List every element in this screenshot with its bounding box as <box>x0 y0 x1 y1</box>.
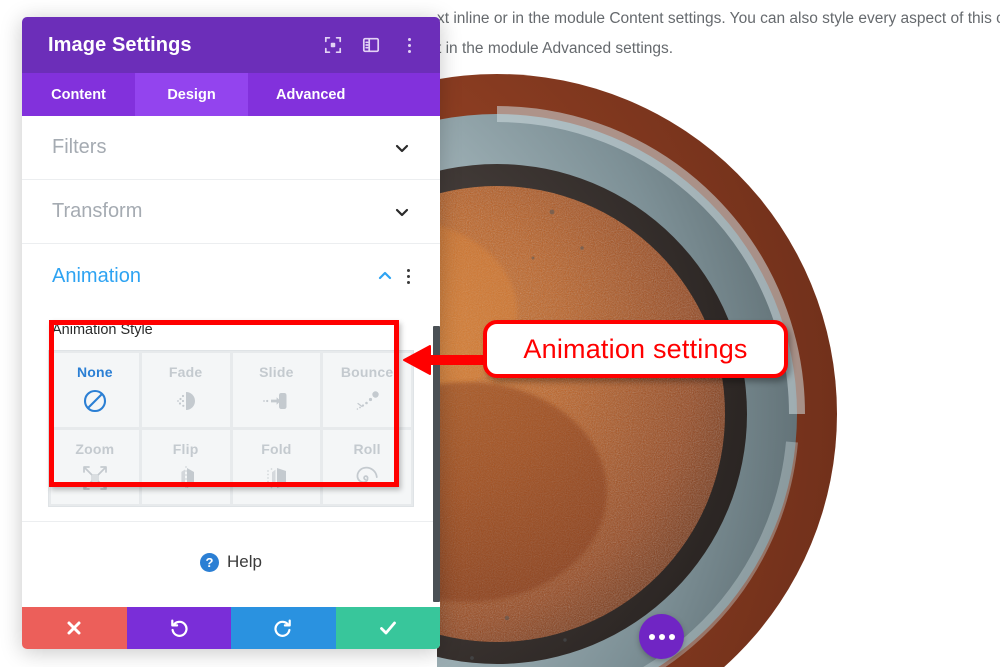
modal-body: Filters Transform Animation Animation St… <box>22 116 440 607</box>
animation-option-label: Roll <box>353 441 381 457</box>
save-button[interactable] <box>335 607 440 649</box>
zoom-expand-icon <box>80 463 110 493</box>
help-label: Help <box>227 552 262 571</box>
ellipsis-dot <box>658 633 665 640</box>
section-animation-label: Animation <box>52 264 141 287</box>
section-filters-label: Filters <box>52 136 107 158</box>
screenshot-root: xt inline or in the module Content setti… <box>0 0 1000 667</box>
chevron-down-icon[interactable] <box>394 140 410 156</box>
chevron-down-icon[interactable] <box>394 204 410 220</box>
paragraph-line-2: t in the module Advanced settings. <box>437 40 674 57</box>
section-options-kebab-icon[interactable] <box>407 268 410 284</box>
animation-settings-callout: Animation settings <box>483 320 788 378</box>
kebab-dot <box>407 268 410 272</box>
animation-option-roll[interactable]: Roll <box>323 430 411 504</box>
animation-option-fold[interactable]: Fold <box>232 430 321 504</box>
tab-content[interactable]: Content <box>22 73 135 116</box>
section-filters[interactable]: Filters <box>22 116 440 180</box>
slide-arrow-icon <box>261 386 291 416</box>
section-transform[interactable]: Transform <box>22 180 440 244</box>
tab-design[interactable]: Design <box>135 73 248 116</box>
modal-title: Image Settings <box>48 33 192 56</box>
fade-circle-icon <box>171 386 201 416</box>
question-mark-icon: ? <box>200 552 220 572</box>
modal-header-actions <box>324 36 426 54</box>
animation-style-field: Animation Style <box>22 308 440 338</box>
flip-panel-icon <box>171 463 201 493</box>
animation-option-zoom[interactable]: Zoom <box>51 430 139 504</box>
tab-advanced[interactable]: Advanced <box>248 73 440 116</box>
kebab-menu-icon[interactable] <box>400 37 418 53</box>
kebab-dot <box>407 274 410 278</box>
animation-option-label: Bounce <box>340 364 394 380</box>
modal-footer <box>22 607 440 649</box>
focus-frame-icon[interactable] <box>324 36 342 54</box>
animation-option-label: Zoom <box>75 441 115 457</box>
vertical-scrollbar-thumb[interactable] <box>433 326 440 602</box>
cancel-button[interactable] <box>22 607 127 649</box>
bounce-ball-icon <box>352 386 382 416</box>
kebab-dot <box>407 37 411 41</box>
kebab-dot <box>407 280 410 284</box>
animation-option-label: Slide <box>259 364 294 380</box>
animation-option-label: Fade <box>168 364 203 380</box>
section-transform-label: Transform <box>52 200 143 222</box>
kebab-dot <box>407 43 411 47</box>
animation-option-label: Flip <box>172 441 199 457</box>
undo-button[interactable] <box>126 607 231 649</box>
section-animation[interactable]: Animation <box>22 244 440 308</box>
floating-options-button[interactable] <box>639 614 684 659</box>
modal-tabs: Content Design Advanced <box>22 73 440 116</box>
animation-option-slide[interactable]: Slide <box>232 353 321 427</box>
animation-option-fade[interactable]: Fade <box>141 353 230 427</box>
animation-option-none[interactable]: None <box>51 353 139 427</box>
fold-page-icon <box>261 463 291 493</box>
animation-style-grid: None Fade Slide Bounce Zoom Flip Fold Ro… <box>48 350 414 507</box>
no-entry-icon <box>80 386 110 416</box>
ellipsis-dot <box>648 633 655 640</box>
kebab-dot <box>407 49 411 53</box>
animation-style-grid-wrap: None Fade Slide Bounce Zoom Flip Fold Ro… <box>22 350 440 507</box>
chevron-up-icon[interactable] <box>377 268 393 284</box>
animation-option-label: None <box>76 364 113 380</box>
panel-layout-icon[interactable] <box>362 36 380 54</box>
redo-button[interactable] <box>231 607 336 649</box>
ellipsis-dot <box>668 633 675 640</box>
modal-header: Image Settings <box>22 17 440 73</box>
animation-option-label: Fold <box>261 441 292 457</box>
callout-text: Animation settings <box>523 333 748 364</box>
animation-style-label: Animation Style <box>52 322 153 338</box>
help-row[interactable]: ? Help <box>22 521 440 572</box>
page-paragraph: xt inline or in the module Content setti… <box>437 4 1000 64</box>
animation-option-bounce[interactable]: Bounce <box>323 353 411 427</box>
roll-spiral-icon <box>352 463 382 493</box>
animation-option-flip[interactable]: Flip <box>141 430 230 504</box>
paragraph-line-1: xt inline or in the module Content setti… <box>437 10 1000 27</box>
image-settings-modal: Image Settings Content Design Advanced F… <box>22 17 440 649</box>
